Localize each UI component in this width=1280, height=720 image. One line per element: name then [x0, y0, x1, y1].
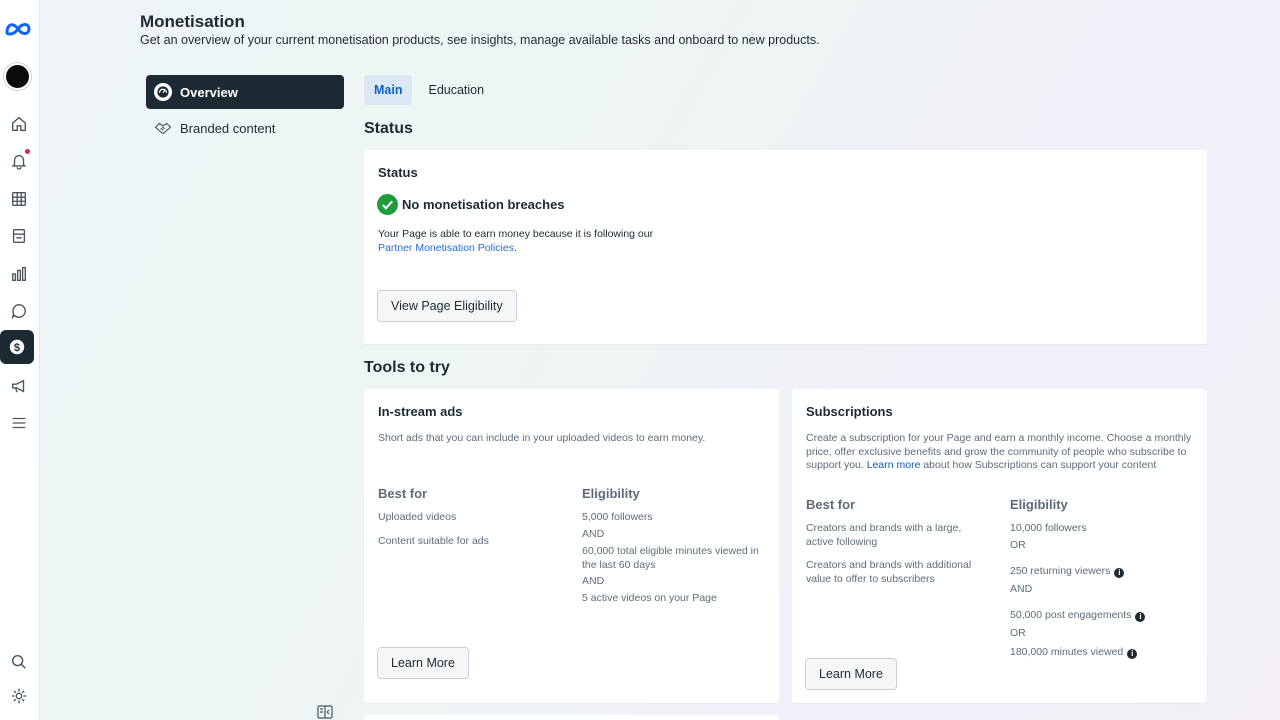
- page-title: Monetisation: [140, 12, 245, 31]
- subscriptions-eligibility-item: OR: [1010, 539, 1026, 551]
- instream-best-for-item: Uploaded videos: [378, 511, 457, 523]
- instream-ads-card: In-stream ads Short ads that you can inc…: [364, 389, 779, 703]
- status-headline: No monetisation breaches: [402, 197, 565, 212]
- dollar-icon[interactable]: $: [0, 330, 34, 364]
- instream-eligibility-item: 5,000 followers: [582, 511, 653, 523]
- instream-eligibility-item: AND: [582, 575, 605, 587]
- svg-text:$: $: [14, 342, 20, 354]
- insights-icon[interactable]: [4, 259, 34, 289]
- subscriptions-best-for-item: Creators and brands with a large, active…: [806, 522, 962, 548]
- meta-logo[interactable]: [3, 17, 33, 41]
- status-desc-text: Your Page is able to earn money because …: [378, 228, 654, 240]
- left-rail: $: [0, 0, 40, 720]
- subscriptions-eligibility-label: Eligibility: [1010, 497, 1068, 512]
- instream-eligibility-item: 5 active videos on your Page: [582, 592, 717, 604]
- status-card-title: Status: [378, 165, 418, 180]
- info-icon[interactable]: i: [1127, 648, 1138, 659]
- instream-eligibility-label: Eligibility: [582, 486, 640, 501]
- subscriptions-best-for-label: Best for: [806, 497, 856, 512]
- subscriptions-eligibility-item: 250 returning viewers: [1010, 565, 1111, 577]
- instream-eligibility-item: AND: [582, 528, 605, 540]
- subscriptions-desc-text-after: about how Subscriptions can support your…: [923, 459, 1157, 471]
- tab-education[interactable]: Education: [418, 75, 494, 105]
- subscriptions-eligibility-row: 50,000 post engagements i: [1010, 609, 1146, 623]
- info-icon[interactable]: i: [1114, 567, 1125, 578]
- search-icon[interactable]: [4, 647, 34, 677]
- status-section-title: Status: [364, 120, 413, 137]
- subscriptions-title: Subscriptions: [806, 404, 893, 419]
- info-icon[interactable]: i: [1135, 611, 1146, 622]
- page-subtitle: Get an overview of your current monetisa…: [140, 33, 820, 47]
- tools-section-title: Tools to try: [364, 359, 450, 376]
- menu-icon[interactable]: [4, 408, 34, 438]
- status-card: Status No monetisation breaches Your Pag…: [364, 150, 1207, 344]
- subscriptions-learn-more-link[interactable]: Learn more: [867, 459, 921, 471]
- subscriptions-learn-more-button[interactable]: Learn More: [805, 658, 897, 690]
- policy-link[interactable]: Partner Monetisation Policies: [378, 242, 514, 254]
- instream-title: In-stream ads: [378, 404, 463, 419]
- subscriptions-desc: Create a subscription for your Page and …: [806, 432, 1196, 473]
- status-description: Your Page is able to earn money because …: [378, 227, 653, 255]
- instream-best-for-label: Best for: [378, 486, 428, 501]
- subscriptions-best-for-item: Creators and brands with additional valu…: [806, 559, 972, 585]
- side-nav-label: Branded content: [180, 120, 276, 136]
- overview-icon: [154, 83, 172, 101]
- side-nav-item-overview[interactable]: Overview: [146, 75, 344, 109]
- subscriptions-eligibility-item: 180,000 minutes viewed: [1010, 646, 1124, 658]
- content-icon[interactable]: [4, 221, 34, 251]
- subscriptions-eligibility-row: 180,000 minutes viewed i: [1010, 646, 1138, 660]
- side-nav: Overview Branded content: [146, 75, 344, 147]
- side-nav-item-branded-content[interactable]: Branded content: [146, 111, 344, 145]
- check-circle-icon: [377, 194, 398, 215]
- avatar[interactable]: [4, 63, 31, 90]
- gear-icon[interactable]: [4, 681, 34, 711]
- policy-period: .: [513, 242, 517, 254]
- handshake-icon: [154, 119, 172, 137]
- notification-dot: [25, 149, 30, 154]
- side-nav-label: Overview: [180, 84, 238, 100]
- table-icon[interactable]: [4, 184, 34, 214]
- subscriptions-eligibility-item: 50,000 post engagements: [1010, 609, 1132, 621]
- subscriptions-eligibility-item: AND: [1010, 583, 1033, 595]
- collapse-sidebar-icon[interactable]: [317, 705, 333, 719]
- subscriptions-card: Subscriptions Create a subscription for …: [792, 389, 1207, 703]
- next-card-peek: [364, 715, 779, 720]
- bell-icon[interactable]: [4, 146, 34, 176]
- instream-desc: Short ads that you can include in your u…: [378, 432, 706, 444]
- subscriptions-eligibility-row: 250 returning viewers i: [1010, 565, 1125, 579]
- view-page-eligibility-button[interactable]: View Page Eligibility: [377, 290, 517, 322]
- home-icon[interactable]: [4, 109, 34, 139]
- instream-learn-more-button[interactable]: Learn More: [377, 647, 469, 679]
- subscriptions-eligibility-item: OR: [1010, 627, 1026, 639]
- status-headline-row: No monetisation breaches: [377, 194, 565, 215]
- tab-main[interactable]: Main: [364, 75, 413, 105]
- tab-bar: Main Education: [364, 75, 494, 105]
- chat-icon[interactable]: [4, 296, 34, 326]
- instream-eligibility-item: 60,000 total eligible minutes viewed in …: [582, 545, 759, 571]
- megaphone-icon[interactable]: [4, 371, 34, 401]
- subscriptions-eligibility-item: 10,000 followers: [1010, 522, 1087, 534]
- instream-best-for-item: Content suitable for ads: [378, 535, 489, 547]
